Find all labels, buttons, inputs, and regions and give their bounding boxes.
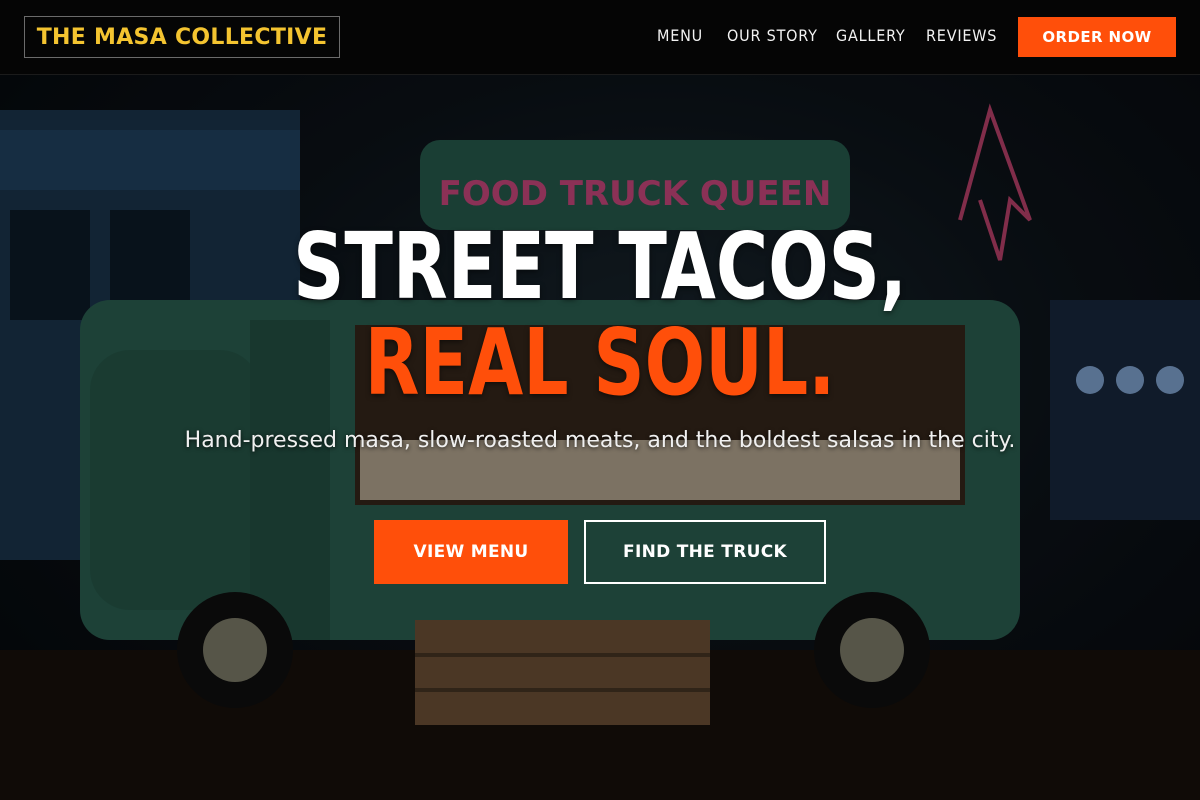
- nav-link-reviews[interactable]: REVIEWS: [926, 26, 997, 45]
- nav-link-gallery[interactable]: GALLERY: [836, 26, 906, 45]
- nav-link-menu[interactable]: MENU: [657, 26, 703, 45]
- hero-section: STREET TACOS, REAL SOUL. Hand-pressed ma…: [0, 75, 1200, 800]
- headline-accent: REAL SOUL.: [364, 309, 836, 416]
- view-menu-button[interactable]: VIEW MENU: [374, 520, 568, 584]
- order-now-button[interactable]: ORDER NOW: [1018, 17, 1176, 57]
- nav-link-our-story[interactable]: OUR STORY: [727, 26, 818, 45]
- brand-logo[interactable]: THE MASA COLLECTIVE: [24, 16, 340, 58]
- hero-subheadline: Hand-pressed masa, slow-roasted meats, a…: [184, 428, 1016, 453]
- site-header: THE MASA COLLECTIVE MENU OUR STORY GALLE…: [0, 0, 1200, 75]
- find-truck-button[interactable]: FIND THE TRUCK: [584, 520, 826, 584]
- headline-part-1: STREET TACOS,: [293, 213, 907, 320]
- hero-headline: STREET TACOS, REAL SOUL.: [187, 219, 1013, 411]
